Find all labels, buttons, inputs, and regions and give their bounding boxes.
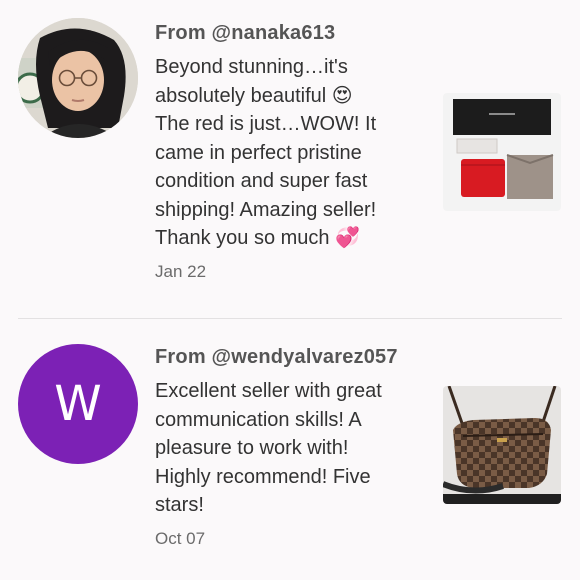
wallet-thumbnail-image <box>443 93 561 211</box>
review-text: Beyond stunning…it's absolutely beautifu… <box>155 56 377 249</box>
review-date: Oct 07 <box>155 528 206 548</box>
review-username[interactable]: From @nanaka613 <box>155 20 425 46</box>
avatar-initial: W <box>54 376 102 432</box>
user-avatar[interactable] <box>18 18 138 138</box>
review-date: Jan 22 <box>155 261 207 281</box>
listing-thumbnail[interactable] <box>443 386 561 504</box>
review-username[interactable]: From @wendyalvarez057 <box>155 344 425 370</box>
user-avatar[interactable]: W <box>18 344 138 464</box>
review-content: From @nanaka613 Beyond stunning…it's abs… <box>155 20 425 282</box>
avatar-photo <box>18 18 138 138</box>
review-item: From @nanaka613 Beyond stunning…it's abs… <box>0 0 580 318</box>
review-item: W From @wendyalvarez057 Excellent seller… <box>0 318 580 580</box>
review-text: Excellent seller with great communicatio… <box>155 380 382 516</box>
listing-thumbnail[interactable] <box>443 93 561 211</box>
bag-thumbnail-image <box>443 386 561 504</box>
review-content: From @wendyalvarez057 Excellent seller w… <box>155 344 425 549</box>
